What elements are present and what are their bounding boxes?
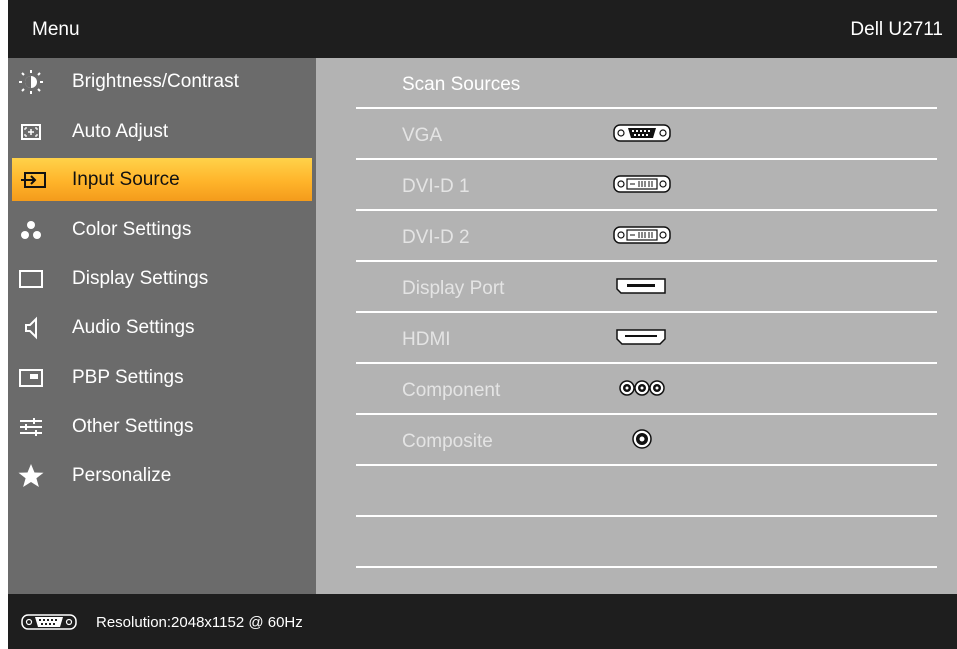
auto-adjust-icon: [16, 119, 46, 145]
row-label: HDMI: [402, 329, 451, 350]
row-vga[interactable]: VGA: [356, 109, 937, 160]
resolution-readout: Resolution:2048x1152 @ 60Hz: [96, 614, 303, 631]
sidebar-item-label: Personalize: [72, 465, 172, 486]
hdmi-connector-icon: [611, 325, 681, 349]
sidebar-item-label: Input Source: [72, 169, 180, 190]
vga-connector-icon: [611, 121, 681, 145]
pbp-icon: [16, 365, 46, 391]
sidebar-item-label: Audio Settings: [72, 317, 195, 338]
component-connector-icon: [611, 376, 681, 400]
row-empty: [356, 517, 937, 568]
brightness-icon: [16, 69, 46, 95]
sidebar-item-pbp-settings[interactable]: PBP Settings: [8, 356, 316, 399]
menu-title: Menu: [32, 19, 80, 40]
sidebar-item-personalize[interactable]: Personalize: [8, 454, 316, 497]
row-empty: [356, 466, 937, 517]
vga-connector-icon: [20, 612, 82, 632]
osd-header: Menu Dell U2711: [8, 0, 957, 58]
display-settings-icon: [16, 266, 46, 292]
sidebar: Brightness/Contrast Auto Adjust Input So…: [8, 58, 316, 594]
sidebar-item-display-settings[interactable]: Display Settings: [8, 257, 316, 300]
sliders-icon: [16, 414, 46, 440]
sidebar-item-label: Brightness/Contrast: [72, 71, 239, 92]
row-scan-sources[interactable]: Scan Sources: [356, 58, 937, 109]
row-component[interactable]: Component: [356, 364, 937, 415]
displayport-connector-icon: [611, 274, 681, 298]
color-settings-icon: [16, 217, 46, 243]
composite-connector-icon: [611, 427, 681, 451]
row-dvi-d-2[interactable]: DVI-D 2: [356, 211, 937, 262]
monitor-model: Dell U2711: [850, 19, 943, 40]
sidebar-item-label: Auto Adjust: [72, 121, 169, 142]
dvi-connector-icon: [611, 172, 681, 196]
sidebar-item-label: PBP Settings: [72, 367, 184, 388]
input-source-icon: [20, 167, 50, 193]
sidebar-item-brightness-contrast[interactable]: Brightness/Contrast: [8, 60, 316, 103]
osd-menu: Menu Dell U2711 Brightness/Contrast Auto…: [8, 0, 957, 649]
osd-footer: Resolution:2048x1152 @ 60Hz: [8, 594, 957, 649]
sidebar-item-color-settings[interactable]: Color Settings: [8, 208, 316, 251]
row-label: Scan Sources: [402, 74, 521, 95]
row-label: DVI-D 2: [402, 227, 470, 248]
row-label: DVI-D 1: [402, 176, 470, 197]
speaker-icon: [16, 315, 46, 341]
row-composite[interactable]: Composite: [356, 415, 937, 466]
sidebar-item-label: Color Settings: [72, 219, 192, 240]
dvi-connector-icon: [611, 223, 681, 247]
row-label: Display Port: [402, 278, 505, 299]
row-hdmi[interactable]: HDMI: [356, 313, 937, 364]
sidebar-item-audio-settings[interactable]: Audio Settings: [8, 306, 316, 349]
sidebar-item-label: Other Settings: [72, 416, 194, 437]
row-display-port[interactable]: Display Port: [356, 262, 937, 313]
row-label: VGA: [402, 125, 443, 146]
star-icon: [16, 463, 46, 489]
sidebar-item-auto-adjust[interactable]: Auto Adjust: [8, 110, 316, 153]
sidebar-item-input-source[interactable]: Input Source: [12, 158, 312, 201]
row-dvi-d-1[interactable]: DVI-D 1: [356, 160, 937, 211]
input-source-panel: Scan Sources VGA DVI-D 1 DVI-D 2 Display…: [316, 58, 957, 594]
row-label: Component: [402, 380, 501, 401]
sidebar-item-label: Display Settings: [72, 268, 209, 289]
row-label: Composite: [402, 431, 493, 452]
sidebar-item-other-settings[interactable]: Other Settings: [8, 405, 316, 448]
